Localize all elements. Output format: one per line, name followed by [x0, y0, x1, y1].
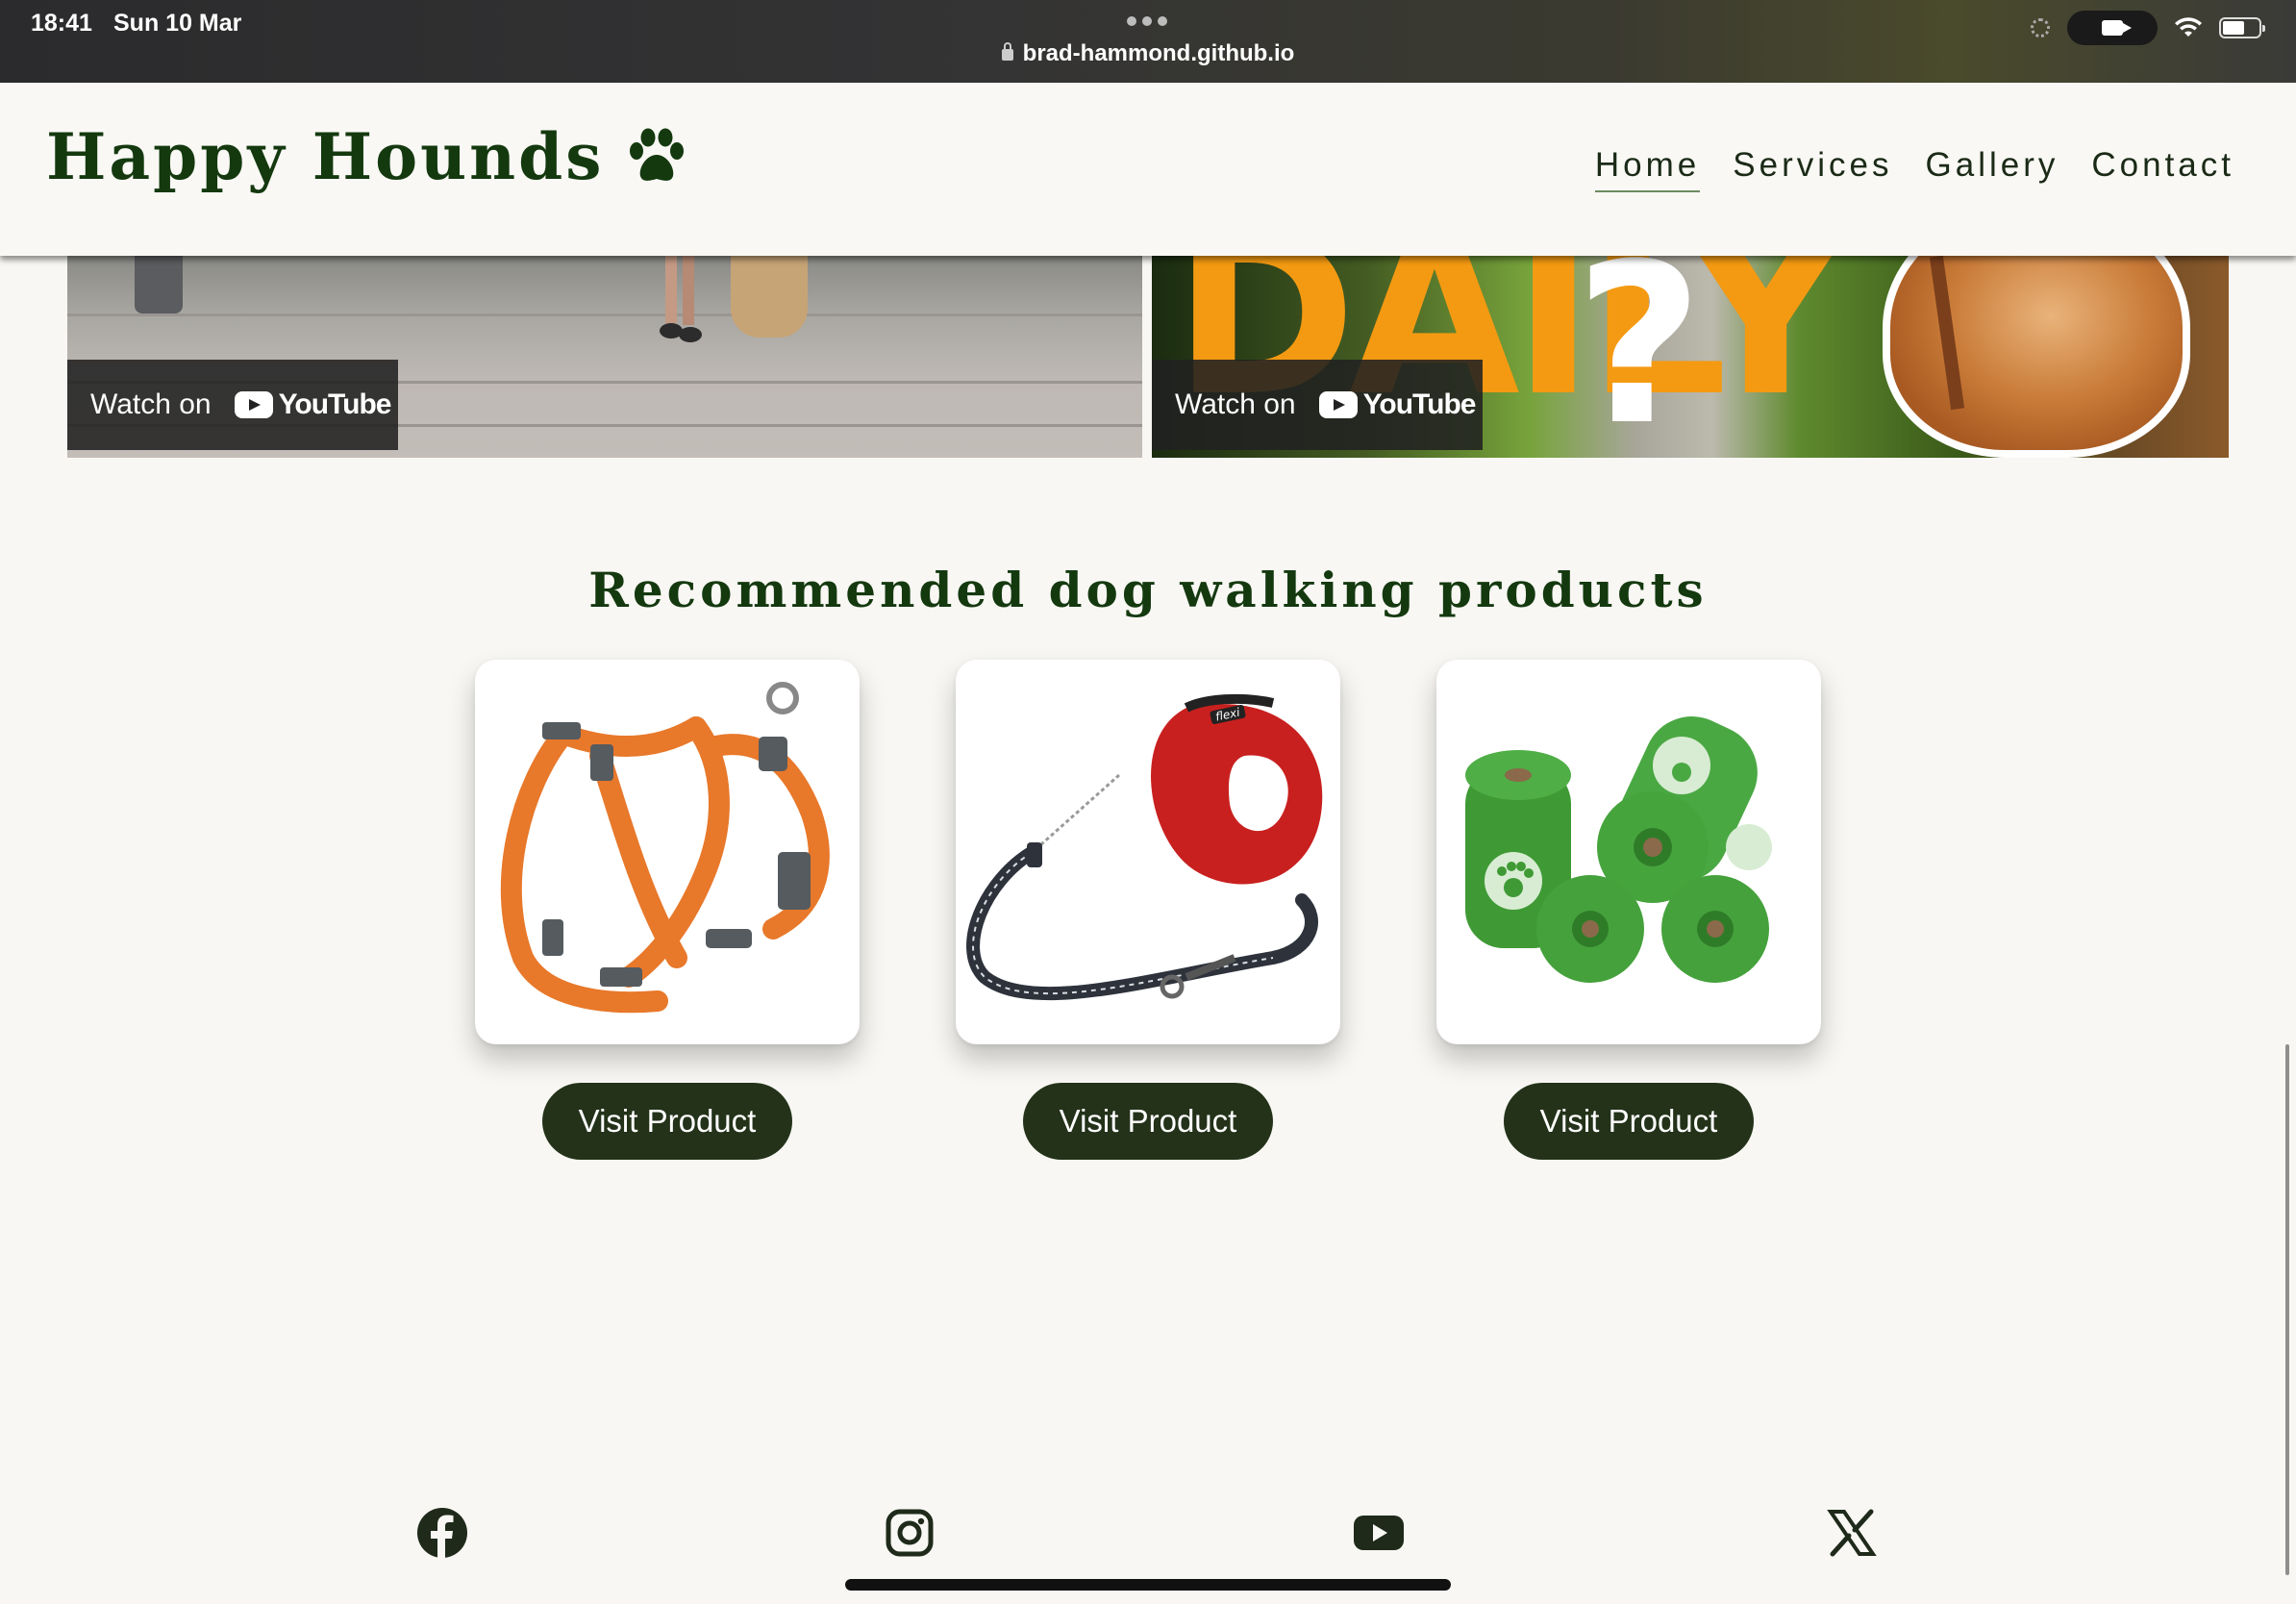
video-camera-icon	[2102, 20, 2132, 36]
home-indicator[interactable]	[845, 1579, 1451, 1591]
ios-status-bar: 18:41 Sun 10 Mar brad-hammond.github.io	[0, 0, 2296, 83]
watch-on-youtube-button[interactable]: Watch on YouTube	[67, 360, 398, 450]
retractable-leash-image: flexi	[966, 693, 1323, 1001]
visit-product-button[interactable]: Visit Product	[1504, 1083, 1754, 1160]
wifi-icon	[2175, 17, 2202, 37]
video-embed-daily[interactable]: DAILY ? Watch on YouTube	[1152, 256, 2229, 458]
multitasking-dots-icon[interactable]	[1127, 16, 1167, 26]
lock-icon	[1001, 42, 1013, 61]
address-bar[interactable]: brad-hammond.github.io	[0, 40, 2296, 67]
visit-product-button[interactable]: Visit Product	[542, 1083, 792, 1160]
product-card-leash[interactable]: flexi	[956, 660, 1340, 1044]
street-bollard	[135, 256, 183, 313]
site-header: Happy Hounds Home Services Gallery Conta…	[0, 83, 2296, 256]
product-item: flexi Visit Product	[956, 660, 1340, 1160]
product-card-poop-bags[interactable]	[1436, 660, 1821, 1044]
youtube-play-icon	[234, 391, 273, 418]
status-time: 18:41	[31, 10, 92, 37]
dog-figure	[731, 256, 808, 338]
visit-product-button[interactable]: Visit Product	[1023, 1083, 1273, 1160]
x-icon[interactable]	[1825, 1506, 1879, 1560]
thumbnail-question-mark: ?	[1575, 256, 1704, 458]
watch-on-label: Watch on	[1175, 388, 1296, 420]
site-logo[interactable]: Happy Hounds	[46, 119, 688, 194]
status-indicators	[2031, 11, 2265, 45]
youtube-logo: YouTube	[234, 388, 392, 421]
camera-indicator[interactable]	[2067, 11, 2158, 45]
status-date: Sun 10 Mar	[113, 10, 242, 37]
logo-text: Happy Hounds	[46, 119, 605, 194]
walker-legs	[660, 256, 702, 342]
youtube-play-icon	[1318, 391, 1358, 418]
video-row: Watch on YouTube DAILY ? Watch on YouTub…	[67, 256, 2229, 458]
product-card-harness[interactable]	[475, 660, 860, 1044]
nav-gallery[interactable]: Gallery	[1926, 146, 2059, 192]
battery-icon	[2219, 17, 2265, 38]
product-item: Visit Product	[475, 660, 860, 1160]
facebook-icon[interactable]	[415, 1506, 469, 1560]
harness-image	[500, 682, 830, 1014]
product-list: Visit Product flexi Visit Product Visit …	[475, 660, 1821, 1160]
instagram-icon[interactable]	[883, 1506, 936, 1560]
loading-spinner-icon	[2031, 18, 2050, 38]
paw-icon	[630, 128, 685, 181]
nav-home[interactable]: Home	[1594, 146, 1701, 192]
dog-figure	[1883, 256, 2190, 458]
watch-on-youtube-button[interactable]: Watch on YouTube	[1152, 360, 1483, 450]
nav-services[interactable]: Services	[1733, 146, 1892, 192]
youtube-wordmark: YouTube	[278, 388, 392, 420]
social-links	[0, 1506, 2296, 1564]
youtube-wordmark: YouTube	[1362, 388, 1477, 420]
watch-on-label: Watch on	[90, 388, 212, 420]
page-scrollbar[interactable]	[2285, 1044, 2289, 1575]
nav-contact[interactable]: Contact	[2091, 146, 2234, 192]
poop-bag-rolls-image	[1465, 716, 1772, 983]
youtube-logo: YouTube	[1318, 388, 1477, 421]
main-nav: Home Services Gallery Contact	[1594, 146, 2234, 192]
product-item: Visit Product	[1436, 660, 1821, 1160]
products-heading: Recommended dog walking products	[588, 562, 1708, 618]
youtube-icon[interactable]	[1352, 1506, 1406, 1560]
url-text: brad-hammond.github.io	[1022, 40, 1295, 66]
video-embed-walking[interactable]: Watch on YouTube	[67, 256, 1142, 458]
